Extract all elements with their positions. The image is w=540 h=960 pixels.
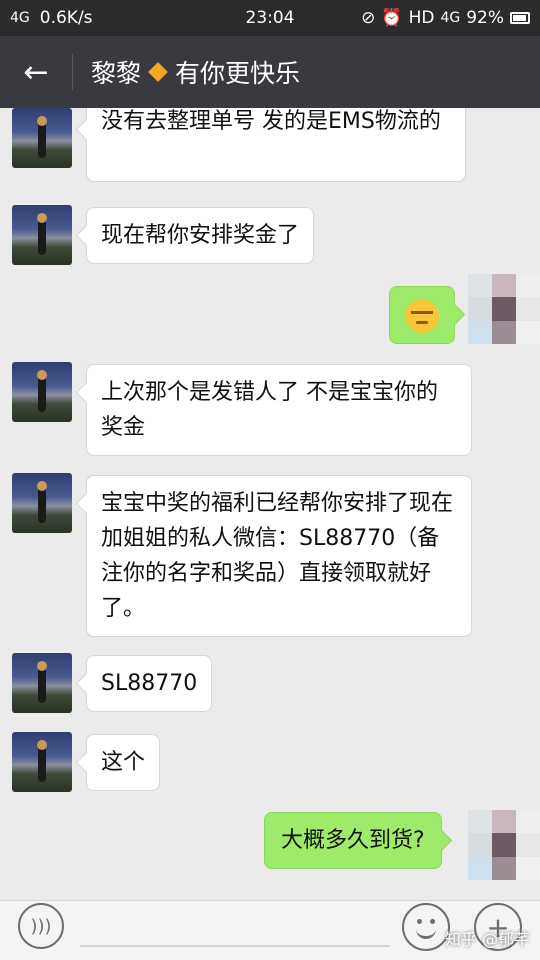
contact-avatar[interactable] [12,108,72,168]
diamond-icon [148,62,168,82]
watermark: 知乎 @郁芊 [444,930,530,949]
message-bubble[interactable]: 这个 [86,734,161,791]
contact-avatar[interactable] [12,473,72,533]
smirk-face-icon [405,299,439,333]
chat-title-suffix: 有你更快乐 [175,59,301,88]
message-list[interactable]: 没有去整理单号 发的是EMS物流的 现在帮你安排奖金了 上次那个是发错人了 不是… [0,108,540,900]
message-bubble[interactable]: 没有去整理单号 发的是EMS物流的 [86,108,466,182]
network-indicator: 4G [10,10,30,26]
voice-button[interactable]: ))) [18,903,64,949]
message-input[interactable] [80,945,390,947]
chat-title-name: 黎黎 [91,59,142,88]
contact-avatar[interactable] [12,205,72,265]
my-avatar[interactable] [468,810,540,880]
alarm-icon: ⏰ [381,8,403,28]
contact-avatar[interactable] [12,732,72,792]
chat-header: ← 黎黎 有你更快乐 [0,36,540,108]
status-bar: 4G 0.6K/s 23:04 ⊘ ⏰ HD 4G 92% [0,0,540,36]
my-message-bubble[interactable] [389,286,455,344]
clock: 23:04 [245,8,295,28]
battery-level: 92% [466,8,504,28]
network-speed: 0.6K/s [39,8,93,28]
contact-avatar[interactable] [12,653,72,713]
message-bubble[interactable]: SL88770 [86,655,213,712]
message-bubble[interactable]: 宝宝中奖的福利已经帮你安排了现在加姐姐的私人微信：SL88770（备注你的名字和… [86,475,472,637]
chat-title: 黎黎 有你更快乐 [91,54,300,90]
header-divider [72,54,73,90]
voice-icon: ))) [30,915,52,937]
back-button[interactable]: ← [0,36,72,108]
arrow-left-icon: ← [23,54,49,90]
emoji-button[interactable] [402,903,450,951]
mute-icon: ⊘ [361,8,376,28]
emoji-icon [412,913,440,941]
message-bubble[interactable]: 上次那个是发错人了 不是宝宝你的奖金 [86,364,472,456]
hd-indicator: HD [408,8,435,28]
battery-icon [510,12,530,24]
my-avatar[interactable] [468,274,540,344]
message-bubble[interactable]: 现在帮你安排奖金了 [86,207,315,264]
network-indicator-right: 4G [440,10,461,26]
my-message-bubble[interactable]: 大概多久到货? [264,812,442,869]
contact-avatar[interactable] [12,362,72,422]
